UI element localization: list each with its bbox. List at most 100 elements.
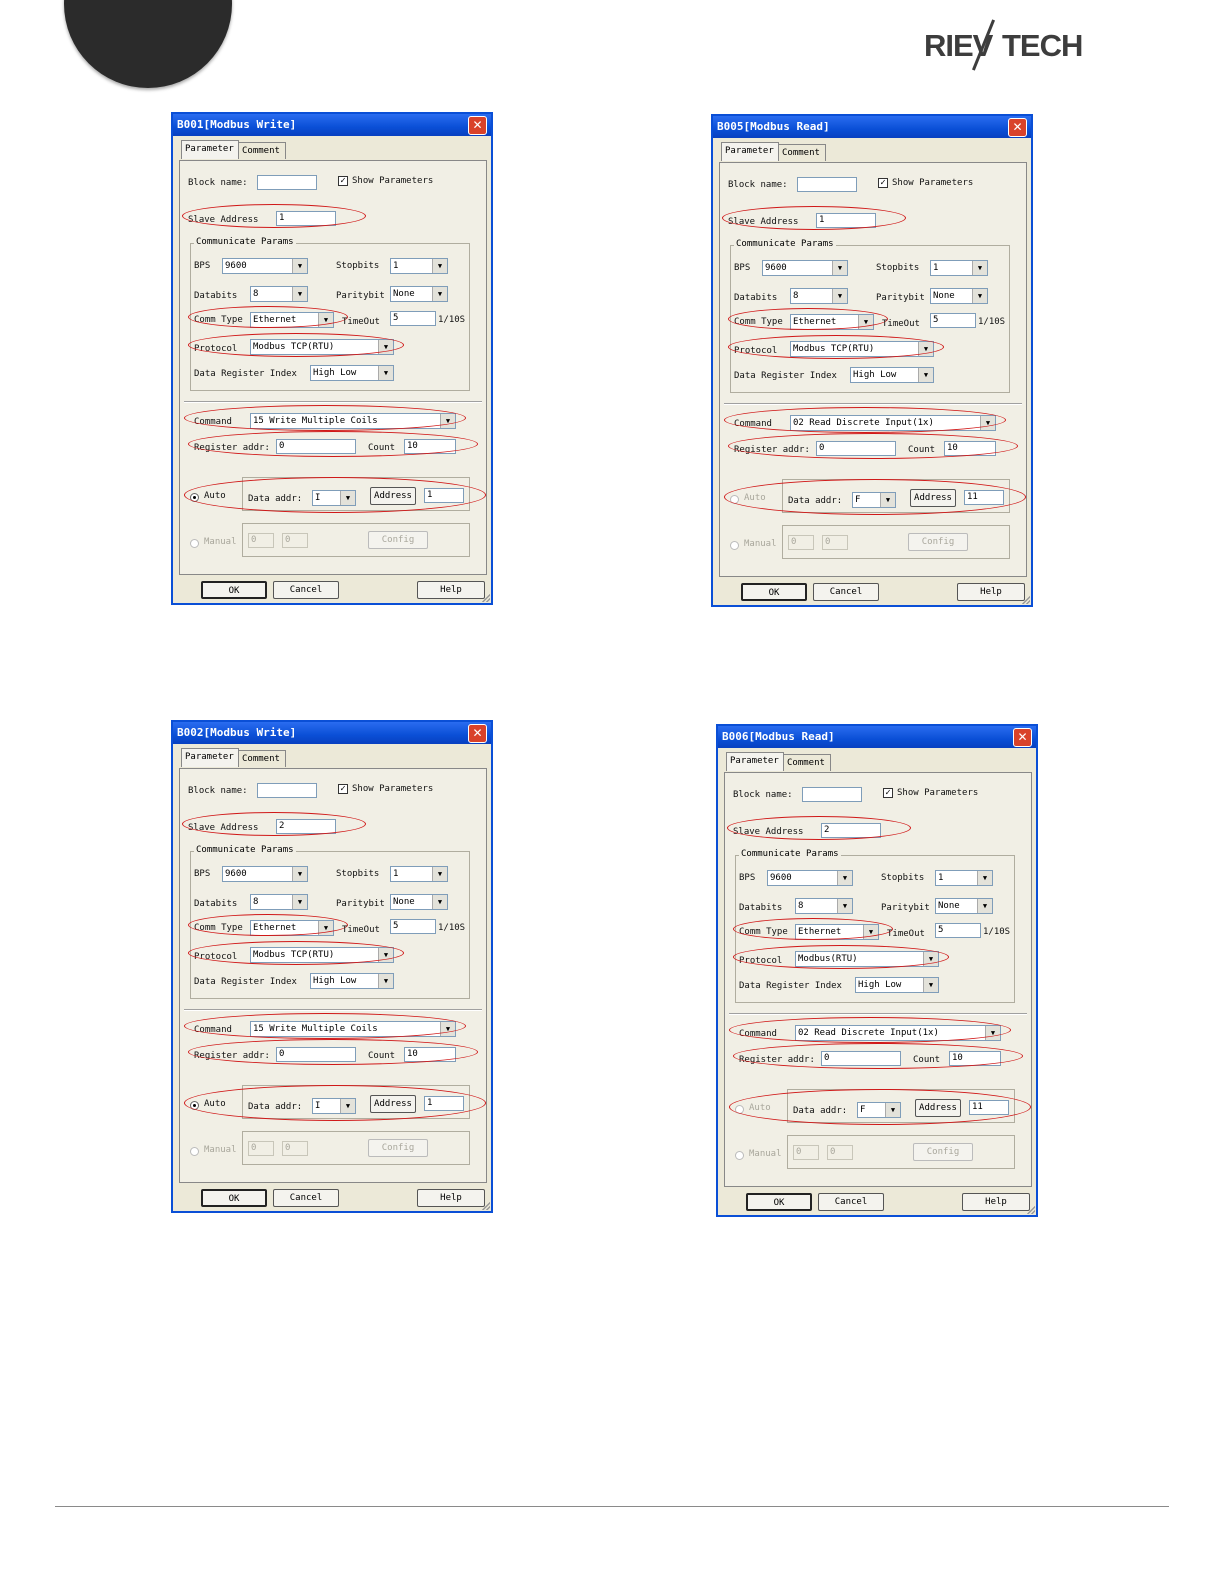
data-addr-select[interactable]: F ▼	[852, 492, 896, 508]
timeout-input[interactable]: 5	[390, 919, 436, 934]
register-addr-input[interactable]: 0	[276, 1047, 356, 1062]
auto-radio[interactable]	[190, 493, 199, 502]
dialog-titlebar[interactable]: B006[Modbus Read] ✕	[718, 726, 1036, 748]
protocol-select[interactable]: Modbus(RTU) ▼	[795, 951, 939, 967]
help-button[interactable]: Help	[962, 1193, 1030, 1211]
manual-radio[interactable]	[730, 541, 739, 550]
tab-parameter[interactable]: Parameter	[181, 140, 239, 159]
manual-input-1[interactable]: 0	[248, 1141, 274, 1156]
register-addr-input[interactable]: 0	[816, 441, 896, 456]
close-button[interactable]: ✕	[468, 724, 487, 743]
resize-grip[interactable]	[482, 1202, 490, 1210]
protocol-select[interactable]: Modbus TCP(RTU) ▼	[250, 339, 394, 355]
manual-input-1[interactable]: 0	[793, 1145, 819, 1160]
help-button[interactable]: Help	[957, 583, 1025, 601]
register-addr-input[interactable]: 0	[276, 439, 356, 454]
paritybit-select[interactable]: None ▼	[390, 286, 448, 302]
help-button[interactable]: Help	[417, 581, 485, 599]
manual-input-2[interactable]: 0	[827, 1145, 853, 1160]
block-name-input[interactable]	[257, 783, 317, 798]
address-input[interactable]: 11	[964, 490, 1004, 505]
count-input[interactable]: 10	[404, 1047, 456, 1062]
data-register-index-select[interactable]: High Low ▼	[855, 977, 939, 993]
dialog-titlebar[interactable]: B002[Modbus Write] ✕	[173, 722, 491, 744]
show-parameters-checkbox[interactable]: ✓	[338, 784, 348, 794]
command-select[interactable]: 15 Write Multiple Coils ▼	[250, 413, 456, 429]
command-select[interactable]: 02 Read Discrete Input(1x) ▼	[790, 415, 996, 431]
manual-input-2[interactable]: 0	[282, 1141, 308, 1156]
address-button[interactable]: Address	[915, 1099, 961, 1117]
resize-grip[interactable]	[482, 594, 490, 602]
databits-select[interactable]: 8 ▼	[250, 286, 308, 302]
block-name-input[interactable]	[802, 787, 862, 802]
register-addr-input[interactable]: 0	[821, 1051, 901, 1066]
comm-type-select[interactable]: Ethernet ▼	[795, 924, 879, 940]
command-select[interactable]: 15 Write Multiple Coils ▼	[250, 1021, 456, 1037]
comm-type-select[interactable]: Ethernet ▼	[790, 314, 874, 330]
comm-type-select[interactable]: Ethernet ▼	[250, 920, 334, 936]
stopbits-select[interactable]: 1 ▼	[390, 866, 448, 882]
tab-comment[interactable]: Comment	[238, 142, 286, 159]
paritybit-select[interactable]: None ▼	[930, 288, 988, 304]
slave-address-input[interactable]: 2	[821, 823, 881, 838]
manual-input-1[interactable]: 0	[788, 535, 814, 550]
paritybit-select[interactable]: None ▼	[390, 894, 448, 910]
paritybit-select[interactable]: None ▼	[935, 898, 993, 914]
stopbits-select[interactable]: 1 ▼	[390, 258, 448, 274]
address-button[interactable]: Address	[370, 487, 416, 505]
manual-input-2[interactable]: 0	[822, 535, 848, 550]
tab-parameter[interactable]: Parameter	[181, 748, 239, 767]
auto-radio[interactable]	[730, 495, 739, 504]
bps-select[interactable]: 9600 ▼	[767, 870, 853, 886]
show-parameters-checkbox[interactable]: ✓	[878, 178, 888, 188]
protocol-select[interactable]: Modbus TCP(RTU) ▼	[790, 341, 934, 357]
stopbits-select[interactable]: 1 ▼	[930, 260, 988, 276]
slave-address-input[interactable]: 1	[276, 211, 336, 226]
config-button[interactable]: Config	[913, 1143, 973, 1161]
show-parameters-checkbox[interactable]: ✓	[883, 788, 893, 798]
close-button[interactable]: ✕	[1008, 118, 1027, 137]
tab-parameter[interactable]: Parameter	[726, 752, 784, 771]
tab-parameter[interactable]: Parameter	[721, 142, 779, 161]
data-register-index-select[interactable]: High Low ▼	[310, 973, 394, 989]
resize-grip[interactable]	[1027, 1206, 1035, 1214]
block-name-input[interactable]	[257, 175, 317, 190]
data-register-index-select[interactable]: High Low ▼	[850, 367, 934, 383]
ok-button[interactable]: OK	[201, 581, 267, 599]
databits-select[interactable]: 8 ▼	[250, 894, 308, 910]
address-input[interactable]: 1	[424, 488, 464, 503]
timeout-input[interactable]: 5	[930, 313, 976, 328]
ok-button[interactable]: OK	[201, 1189, 267, 1207]
help-button[interactable]: Help	[417, 1189, 485, 1207]
data-register-index-select[interactable]: High Low ▼	[310, 365, 394, 381]
count-input[interactable]: 10	[404, 439, 456, 454]
data-addr-select[interactable]: I ▼	[312, 1098, 356, 1114]
stopbits-select[interactable]: 1 ▼	[935, 870, 993, 886]
data-addr-select[interactable]: F ▼	[857, 1102, 901, 1118]
config-button[interactable]: Config	[368, 531, 428, 549]
config-button[interactable]: Config	[908, 533, 968, 551]
close-button[interactable]: ✕	[468, 116, 487, 135]
bps-select[interactable]: 9600 ▼	[222, 866, 308, 882]
ok-button[interactable]: OK	[746, 1193, 812, 1211]
data-addr-select[interactable]: I ▼	[312, 490, 356, 506]
timeout-input[interactable]: 5	[935, 923, 981, 938]
address-button[interactable]: Address	[910, 489, 956, 507]
command-select[interactable]: 02 Read Discrete Input(1x) ▼	[795, 1025, 1001, 1041]
cancel-button[interactable]: Cancel	[273, 581, 339, 599]
count-input[interactable]: 10	[949, 1051, 1001, 1066]
manual-radio[interactable]	[190, 539, 199, 548]
protocol-select[interactable]: Modbus TCP(RTU) ▼	[250, 947, 394, 963]
manual-radio[interactable]	[190, 1147, 199, 1156]
address-button[interactable]: Address	[370, 1095, 416, 1113]
manual-input-1[interactable]: 0	[248, 533, 274, 548]
manual-radio[interactable]	[735, 1151, 744, 1160]
dialog-titlebar[interactable]: B001[Modbus Write] ✕	[173, 114, 491, 136]
tab-comment[interactable]: Comment	[238, 750, 286, 767]
close-button[interactable]: ✕	[1013, 728, 1032, 747]
databits-select[interactable]: 8 ▼	[795, 898, 853, 914]
cancel-button[interactable]: Cancel	[818, 1193, 884, 1211]
address-input[interactable]: 1	[424, 1096, 464, 1111]
ok-button[interactable]: OK	[741, 583, 807, 601]
bps-select[interactable]: 9600 ▼	[222, 258, 308, 274]
